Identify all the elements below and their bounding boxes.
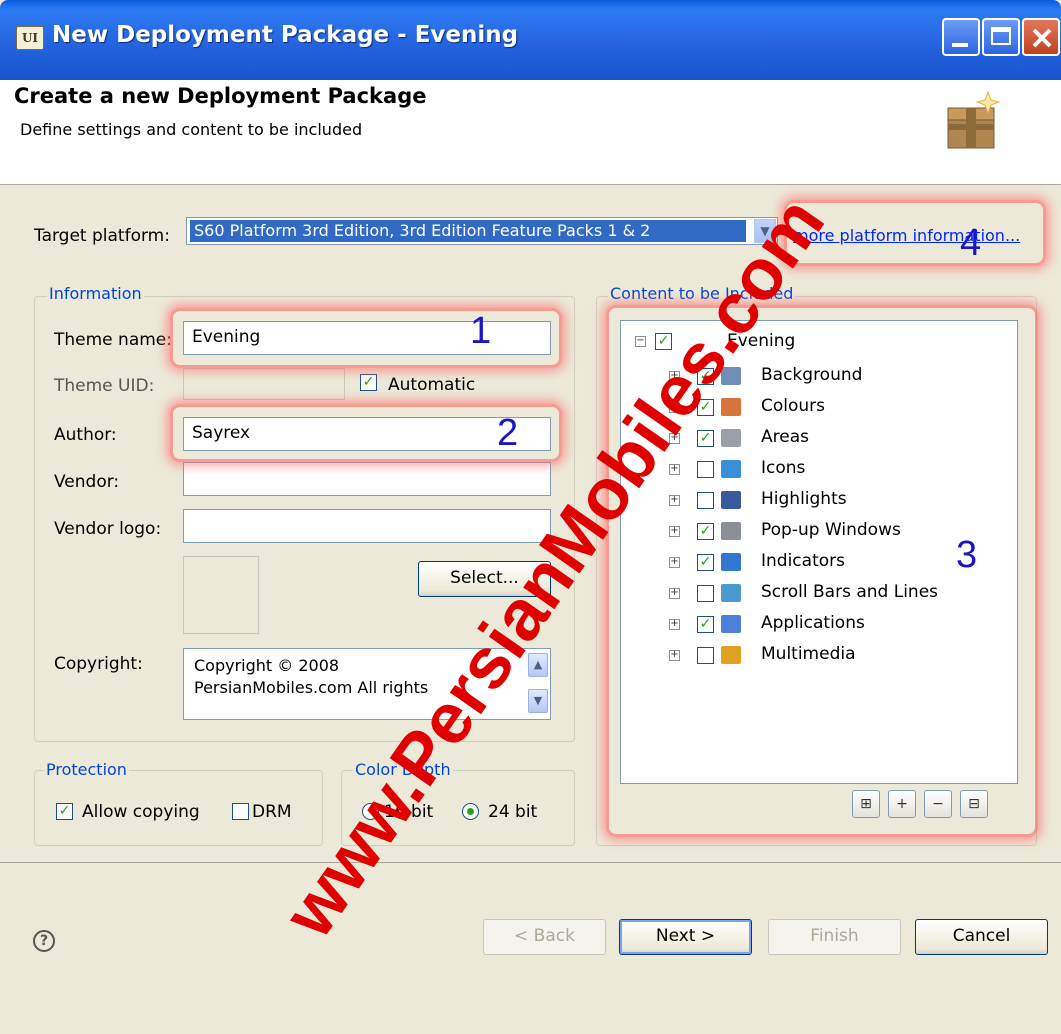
maximize-button[interactable] xyxy=(982,18,1020,56)
automatic-checkbox[interactable]: ✓ xyxy=(360,374,377,391)
annotation-number-4: 4 xyxy=(960,222,982,264)
copyright-text: Copyright © 2008 PersianMobiles.com All … xyxy=(194,656,429,697)
annotation-number-1: 1 xyxy=(470,310,492,352)
annotation-number-3: 3 xyxy=(956,534,978,576)
next-button[interactable]: Next > xyxy=(619,919,752,955)
back-button[interactable]: < Back xyxy=(483,919,606,955)
scroll-down-icon[interactable]: ▼ xyxy=(528,689,548,713)
help-icon[interactable]: ? xyxy=(33,930,55,952)
author-label: Author: xyxy=(54,425,117,445)
protection-group-title: Protection xyxy=(44,760,129,779)
app-icon: UI xyxy=(16,26,44,50)
vendor-label: Vendor: xyxy=(54,472,120,492)
information-group-title: Information xyxy=(47,284,144,303)
allow-copying-label: Allow copying xyxy=(82,802,200,822)
24-bit-radio[interactable] xyxy=(462,803,479,820)
allow-copying-checkbox[interactable]: ✓ xyxy=(56,803,73,820)
close-icon xyxy=(1032,28,1052,48)
target-platform-value: S60 Platform 3rd Edition, 3rd Edition Fe… xyxy=(190,220,746,242)
package-icon xyxy=(947,90,1001,149)
window-title: New Deployment Package - Evening xyxy=(52,22,519,48)
cancel-button[interactable]: Cancel xyxy=(915,919,1048,955)
theme-name-label: Theme name: xyxy=(54,330,172,350)
vendor-input[interactable] xyxy=(183,462,551,496)
vendor-logo-input[interactable] xyxy=(183,509,551,543)
finish-button[interactable]: Finish xyxy=(768,919,901,955)
theme-uid-label: Theme UID: xyxy=(54,376,155,396)
maximize-icon xyxy=(991,27,1011,45)
copyright-label: Copyright: xyxy=(54,654,143,674)
automatic-label: Automatic xyxy=(388,375,476,395)
target-platform-select[interactable]: S60 Platform 3rd Edition, 3rd Edition Fe… xyxy=(186,217,778,245)
annotation-number-2: 2 xyxy=(497,412,519,454)
drm-label: DRM xyxy=(252,802,292,822)
drm-checkbox[interactable] xyxy=(232,803,249,820)
24-bit-label: 24 bit xyxy=(488,802,538,822)
page-title: Create a new Deployment Package xyxy=(14,84,427,108)
vendor-logo-label: Vendor logo: xyxy=(54,519,162,539)
theme-uid-input[interactable] xyxy=(183,368,345,400)
minimize-button[interactable] xyxy=(942,18,980,56)
target-platform-label: Target platform: xyxy=(34,226,170,246)
annotation-highlight-1 xyxy=(170,308,562,368)
minimize-icon xyxy=(952,43,968,47)
page-subtitle: Define settings and content to be includ… xyxy=(20,120,363,139)
close-button[interactable] xyxy=(1022,18,1060,56)
vendor-logo-preview xyxy=(183,556,259,634)
